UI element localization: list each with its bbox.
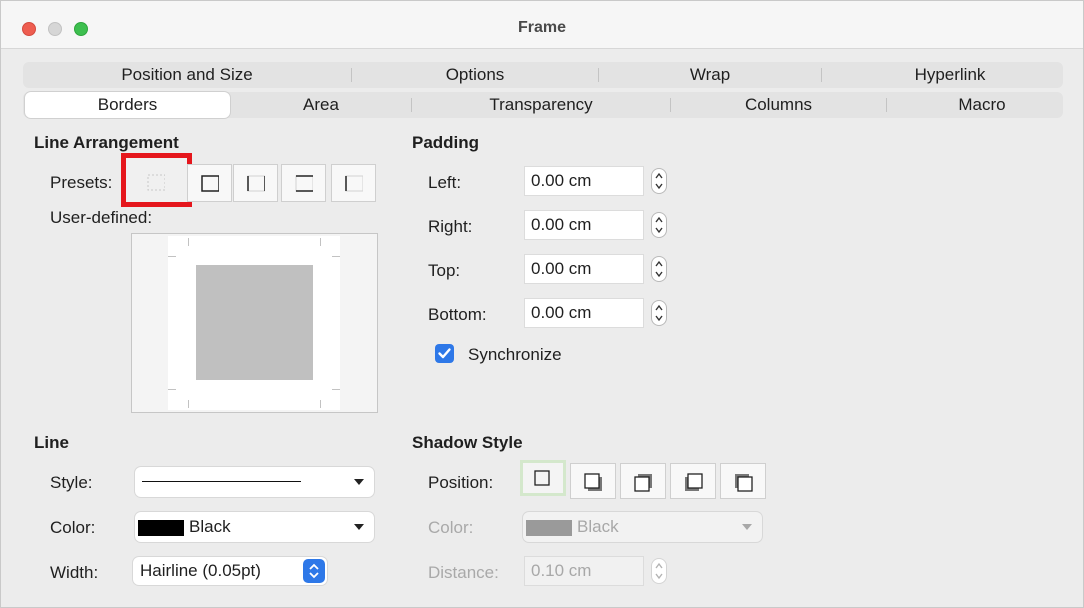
padding-top-field[interactable] [525, 255, 643, 283]
chevron-down-icon [655, 271, 663, 278]
chevron-down-icon [655, 183, 663, 190]
line-color-value: Black [189, 517, 231, 536]
tab-row-upper: Position and Size Options Wrap Hyperlink [23, 62, 1063, 88]
tab-columns[interactable]: Columns [671, 92, 886, 118]
padding-left-label: Left: [428, 173, 462, 192]
frame-dialog: Frame Position and Size Options Wrap Hyp… [0, 0, 1084, 608]
corner-tick [320, 400, 321, 408]
shadow-style-heading: Shadow Style [412, 433, 523, 452]
padding-bottom-stepper[interactable] [651, 300, 667, 326]
corner-tick [332, 256, 340, 257]
synchronize-checkbox[interactable] [435, 344, 454, 363]
padding-bottom-label: Bottom: [428, 305, 487, 324]
chevron-down-icon [655, 227, 663, 234]
shadow-top-right-button[interactable] [620, 463, 666, 499]
preview-content [196, 265, 313, 380]
padding-right-label: Right: [428, 217, 473, 236]
up-down-chevron-icon [309, 563, 319, 579]
corner-tick [168, 256, 176, 257]
padding-right-field[interactable] [525, 211, 643, 239]
select-stepper-button[interactable] [303, 559, 325, 583]
tab-options[interactable]: Options [352, 62, 598, 88]
no-shadow-icon [534, 470, 550, 486]
left-border-icon [345, 175, 363, 192]
presets-label: Presets: [50, 173, 113, 192]
user-defined-border-preview[interactable] [131, 233, 378, 413]
dropdown-arrow-icon [742, 524, 752, 530]
shadow-top-right-icon [634, 474, 652, 492]
shadow-bottom-right-icon [584, 473, 602, 491]
padding-left-field[interactable] [525, 167, 643, 195]
tab-position-and-size[interactable]: Position and Size [23, 62, 351, 88]
shadow-bottom-right-button[interactable] [570, 463, 616, 499]
line-style-label: Style: [50, 473, 93, 492]
padding-bottom-field[interactable] [525, 299, 643, 327]
chevron-up-icon [655, 172, 663, 179]
line-style-dropdown[interactable] [135, 467, 374, 497]
padding-heading: Padding [412, 133, 480, 152]
chevron-up-icon [655, 562, 663, 569]
line-color-label: Color: [50, 518, 96, 537]
top-bottom-borders-icon [295, 175, 313, 192]
padding-right-stepper[interactable] [651, 212, 667, 238]
padding-top-stepper[interactable] [651, 256, 667, 282]
preset-no-borders[interactable] [121, 153, 192, 207]
shadow-bottom-left-icon [685, 473, 703, 491]
chevron-up-icon [655, 260, 663, 267]
tab-transparency[interactable]: Transparency [412, 92, 670, 118]
corner-tick [168, 389, 176, 390]
tab-hyperlink[interactable]: Hyperlink [822, 62, 1078, 88]
preset-left-right-borders[interactable] [233, 164, 278, 202]
shadow-distance-label: Distance: [428, 563, 499, 582]
chevron-up-icon [655, 304, 663, 311]
line-heading: Line [34, 433, 69, 452]
dropdown-arrow-icon [354, 479, 364, 485]
line-arrangement-heading: Line Arrangement [34, 133, 179, 152]
dropdown-arrow-icon [354, 524, 364, 530]
color-swatch [526, 520, 572, 536]
line-width-select[interactable]: Hairline (0.05pt) [133, 557, 327, 585]
tab-wrap[interactable]: Wrap [599, 62, 821, 88]
shadow-color-value: Black [577, 517, 619, 536]
chevron-down-icon [655, 573, 663, 580]
shadow-distance-stepper[interactable] [651, 558, 667, 584]
user-defined-label: User-defined: [50, 208, 153, 227]
shadow-distance-field[interactable] [525, 557, 643, 585]
line-width-label: Width: [50, 563, 99, 582]
shadow-position-label: Position: [428, 473, 494, 492]
solid-line-sample [142, 481, 301, 482]
window-title: Frame [517, 19, 567, 36]
tab-area[interactable]: Area [231, 92, 411, 118]
shadow-color-label: Color: [428, 518, 474, 537]
padding-left-stepper[interactable] [651, 168, 667, 194]
padding-top-label: Top: [428, 261, 461, 280]
shadow-top-left-button[interactable] [720, 463, 766, 499]
left-right-borders-icon [247, 175, 265, 192]
line-color-dropdown[interactable]: Black [135, 512, 374, 542]
tab-borders[interactable]: Borders [25, 92, 230, 118]
preset-all-borders[interactable] [187, 164, 232, 202]
corner-tick [320, 238, 321, 246]
shadow-bottom-left-button[interactable] [670, 463, 716, 499]
synchronize-label[interactable]: Synchronize [468, 345, 562, 365]
chevron-down-icon [655, 315, 663, 322]
shadow-top-left-icon [735, 474, 753, 492]
corner-tick [188, 400, 189, 408]
title-bar: Frame [1, 1, 1083, 49]
preset-top-bottom-borders[interactable] [281, 164, 326, 202]
color-swatch [138, 520, 184, 536]
tab-row-lower: Borders Area Transparency Columns Macro [23, 92, 1063, 118]
checkmark-icon [438, 348, 451, 359]
preset-left-border[interactable] [331, 164, 376, 202]
corner-tick [332, 389, 340, 390]
chevron-up-icon [655, 216, 663, 223]
no-borders-icon [147, 174, 165, 191]
line-width-value: Hairline (0.05pt) [140, 561, 261, 580]
corner-tick [188, 238, 189, 246]
shadow-color-dropdown[interactable]: Black [523, 512, 762, 542]
all-borders-icon [201, 175, 219, 192]
tab-macro[interactable]: Macro [887, 92, 1077, 118]
shadow-none-button[interactable] [520, 460, 566, 496]
